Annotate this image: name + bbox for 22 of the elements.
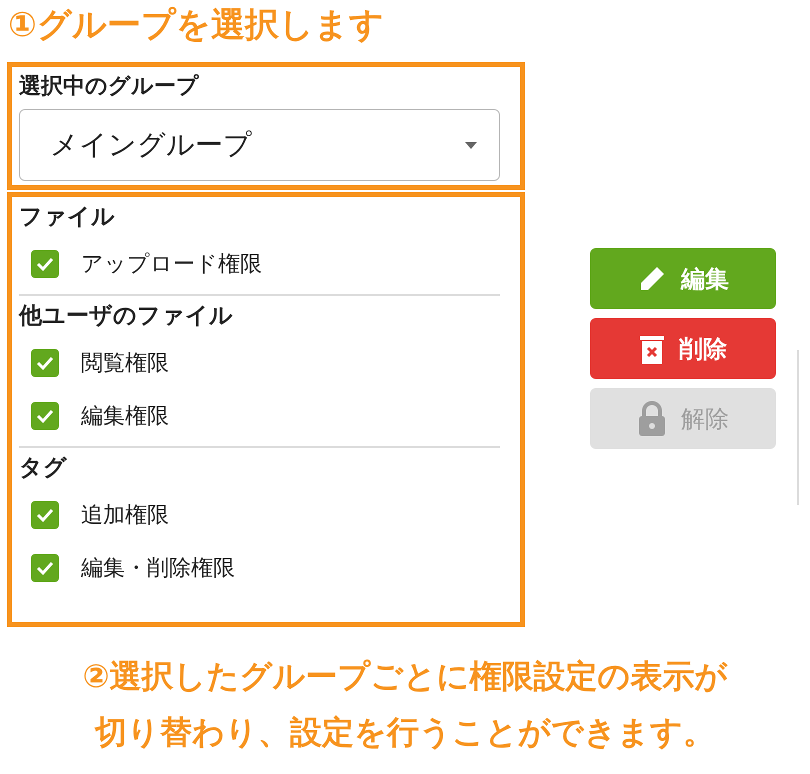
checkbox-label: アップロード権限 — [81, 250, 262, 278]
delete-button[interactable]: 削除 — [590, 318, 776, 379]
group-dropdown[interactable]: メイングループ — [19, 109, 500, 181]
section-heading: タグ — [19, 454, 68, 483]
step-caption: 切り替わり、設定を行うことができます。 — [93, 712, 716, 753]
edit-button[interactable]: 編集 — [590, 248, 776, 309]
section-heading: 他ユーザのファイル — [19, 302, 234, 331]
checkbox[interactable] — [31, 250, 59, 278]
checkbox-label: 閲覧権限 — [81, 350, 169, 378]
caret-icon — [465, 142, 477, 148]
checkbox-label: 編集権限 — [81, 402, 169, 430]
checkbox[interactable] — [31, 500, 59, 528]
step-caption: ②選択したグループごとに権限設定の表示が — [81, 656, 729, 697]
step-caption: ①グループを選択します — [7, 4, 385, 47]
field-label: 選択中のグループ — [19, 73, 200, 101]
section-heading: ファイル — [19, 203, 116, 232]
checkbox-label: 編集・削除権限 — [81, 554, 235, 582]
checkbox[interactable] — [31, 402, 59, 430]
checkbox[interactable] — [31, 554, 59, 582]
lock-icon — [637, 400, 667, 436]
checkbox-label: 追加権限 — [81, 502, 169, 530]
checkbox[interactable] — [31, 348, 59, 376]
